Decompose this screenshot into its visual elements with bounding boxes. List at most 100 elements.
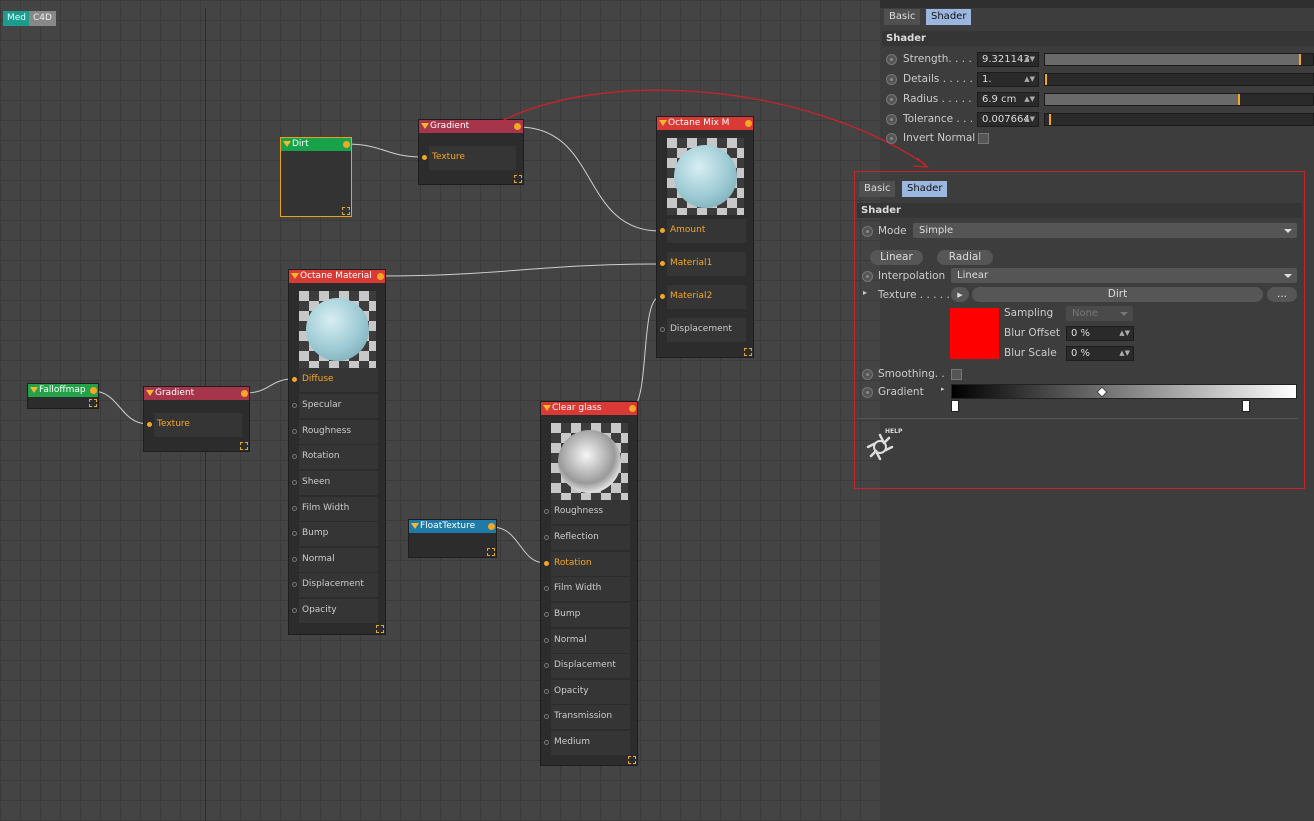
node-glass-header[interactable]: Clear glass bbox=[541, 402, 637, 415]
port-displacement[interactable]: Displacement bbox=[541, 653, 637, 679]
port-opacity[interactable]: Opacity bbox=[289, 598, 385, 624]
node-falloffmap[interactable]: Falloffmap bbox=[27, 383, 99, 409]
port-film-width[interactable]: Film Width bbox=[289, 496, 385, 522]
resize-handle-icon[interactable] bbox=[342, 207, 350, 215]
output-port[interactable] bbox=[514, 123, 521, 130]
port-sheen[interactable]: Sheen bbox=[289, 470, 385, 496]
keyframe-radio[interactable] bbox=[862, 369, 873, 380]
node-float-header[interactable]: FloatTexture bbox=[409, 520, 496, 533]
texture-menu-button[interactable]: ▶ bbox=[951, 287, 969, 302]
collapse-triangle-icon[interactable] bbox=[146, 390, 154, 396]
node-dirt[interactable]: Dirt bbox=[280, 137, 352, 217]
stepper-arrows-icon[interactable]: ▲▼ bbox=[1119, 347, 1130, 360]
keyframe-radio[interactable] bbox=[862, 226, 873, 237]
stepper-arrows-icon[interactable]: ▲▼ bbox=[1024, 113, 1035, 126]
node-gradient-left[interactable]: Gradient Texture bbox=[143, 386, 250, 452]
output-port[interactable] bbox=[488, 523, 495, 530]
node-octane-material[interactable]: Octane Material Diffuse Specular Roughne… bbox=[288, 269, 386, 635]
texture-more-button[interactable]: ... bbox=[1267, 287, 1297, 302]
radius-field[interactable]: 6.9 cm ▲▼ bbox=[977, 92, 1039, 107]
slider-marker[interactable] bbox=[1238, 94, 1240, 105]
node-mix-header[interactable]: Octane Mix M bbox=[657, 117, 753, 130]
port-normal[interactable]: Normal bbox=[289, 547, 385, 573]
port-reflection[interactable]: Reflection bbox=[541, 525, 637, 551]
resize-handle-icon[interactable] bbox=[628, 756, 636, 764]
gradient-start-knot[interactable] bbox=[951, 400, 959, 412]
port-transmission[interactable]: Transmission bbox=[541, 704, 637, 730]
node-clear-glass[interactable]: Clear glass Roughness Reflection Rotatio… bbox=[540, 401, 638, 766]
gradient-end-knot[interactable] bbox=[1242, 400, 1250, 412]
keyframe-radio[interactable] bbox=[862, 271, 873, 282]
port-bump[interactable]: Bump bbox=[541, 602, 637, 628]
node-falloff-header[interactable]: Falloffmap bbox=[28, 384, 98, 397]
expand-triangle-icon[interactable]: ▸ bbox=[863, 288, 867, 297]
details-field[interactable]: 1. ▲▼ bbox=[977, 72, 1039, 87]
gradient-bar[interactable] bbox=[951, 384, 1297, 399]
strength-field[interactable]: 9.321143 ▲▼ bbox=[977, 52, 1039, 67]
strength-slider[interactable] bbox=[1044, 53, 1314, 66]
port-texture[interactable]: Texture bbox=[144, 412, 249, 438]
stepper-arrows-icon[interactable]: ▲▼ bbox=[1024, 93, 1035, 106]
node-gradient-top[interactable]: Gradient Texture bbox=[418, 119, 524, 185]
stepper-arrows-icon[interactable]: ▲▼ bbox=[1024, 73, 1035, 86]
collapse-triangle-icon[interactable] bbox=[421, 123, 429, 129]
slider-marker[interactable] bbox=[1049, 114, 1051, 125]
port-medium[interactable]: Medium bbox=[541, 730, 637, 756]
blur-offset-field[interactable]: 0 % ▲▼ bbox=[1066, 326, 1134, 341]
keyframe-radio[interactable] bbox=[886, 54, 897, 65]
output-port[interactable] bbox=[241, 390, 248, 397]
keyframe-radio[interactable] bbox=[886, 94, 897, 105]
node-dirt-header[interactable]: Dirt bbox=[281, 138, 351, 151]
output-port[interactable] bbox=[343, 141, 350, 148]
mode-dropdown[interactable]: Simple bbox=[913, 223, 1297, 238]
details-slider[interactable] bbox=[1044, 73, 1314, 86]
node-gradient-header[interactable]: Gradient bbox=[419, 120, 523, 133]
tab-material-editor[interactable]: Med bbox=[3, 11, 31, 26]
output-port[interactable] bbox=[377, 273, 384, 280]
port-roughness[interactable]: Roughness bbox=[541, 499, 637, 525]
node-material-header[interactable]: Octane Material bbox=[289, 270, 385, 283]
interpolation-dropdown[interactable]: Linear bbox=[951, 268, 1297, 283]
blur-scale-field[interactable]: 0 % ▲▼ bbox=[1066, 346, 1134, 361]
port-rotation[interactable]: Rotation bbox=[289, 444, 385, 470]
collapse-triangle-icon[interactable] bbox=[291, 273, 299, 279]
texture-color-swatch[interactable] bbox=[950, 308, 999, 359]
collapse-triangle-icon[interactable] bbox=[283, 141, 291, 147]
output-port[interactable] bbox=[745, 120, 752, 127]
gradient-midpoint-knot[interactable] bbox=[1096, 386, 1108, 398]
tab-shader[interactable]: Shader bbox=[926, 9, 972, 25]
radius-slider[interactable] bbox=[1044, 93, 1314, 106]
resize-handle-icon[interactable] bbox=[89, 399, 97, 407]
node-float-texture[interactable]: FloatTexture bbox=[408, 519, 497, 558]
resize-handle-icon[interactable] bbox=[487, 548, 495, 556]
expand-triangle-icon[interactable]: ▸ bbox=[941, 385, 945, 393]
tolerance-field[interactable]: 0.007664 ▲▼ bbox=[977, 112, 1039, 127]
output-port[interactable] bbox=[629, 405, 636, 412]
collapse-triangle-icon[interactable] bbox=[411, 523, 419, 529]
resize-handle-icon[interactable] bbox=[744, 348, 752, 356]
port-film-width[interactable]: Film Width bbox=[541, 576, 637, 602]
slider-marker[interactable] bbox=[1045, 74, 1047, 85]
port-texture[interactable]: Texture bbox=[419, 145, 523, 171]
port-displacement[interactable]: Displacement bbox=[657, 317, 753, 343]
port-displacement[interactable]: Displacement bbox=[289, 572, 385, 598]
node-editor-canvas[interactable]: Med C4D Dirt Gradient Texture Octane Mix… bbox=[0, 0, 880, 821]
radial-button[interactable]: Radial bbox=[937, 250, 993, 265]
port-amount[interactable]: Amount bbox=[657, 218, 753, 244]
resize-handle-icon[interactable] bbox=[376, 625, 384, 633]
resize-handle-icon[interactable] bbox=[240, 442, 248, 450]
tab-basic[interactable]: Basic bbox=[884, 9, 921, 25]
keyframe-radio[interactable] bbox=[886, 74, 897, 85]
smoothing-checkbox[interactable] bbox=[951, 369, 962, 380]
port-specular[interactable]: Specular bbox=[289, 393, 385, 419]
port-bump[interactable]: Bump bbox=[289, 521, 385, 547]
keyframe-radio[interactable] bbox=[886, 133, 897, 144]
keyframe-radio[interactable] bbox=[862, 387, 873, 398]
collapse-triangle-icon[interactable] bbox=[543, 405, 551, 411]
tab-c4d[interactable]: C4D bbox=[29, 11, 56, 26]
port-normal[interactable]: Normal bbox=[541, 628, 637, 654]
collapse-triangle-icon[interactable] bbox=[30, 387, 38, 393]
keyframe-radio[interactable] bbox=[886, 114, 897, 125]
tab-basic[interactable]: Basic bbox=[859, 181, 896, 197]
port-rotation[interactable]: Rotation bbox=[541, 551, 637, 577]
